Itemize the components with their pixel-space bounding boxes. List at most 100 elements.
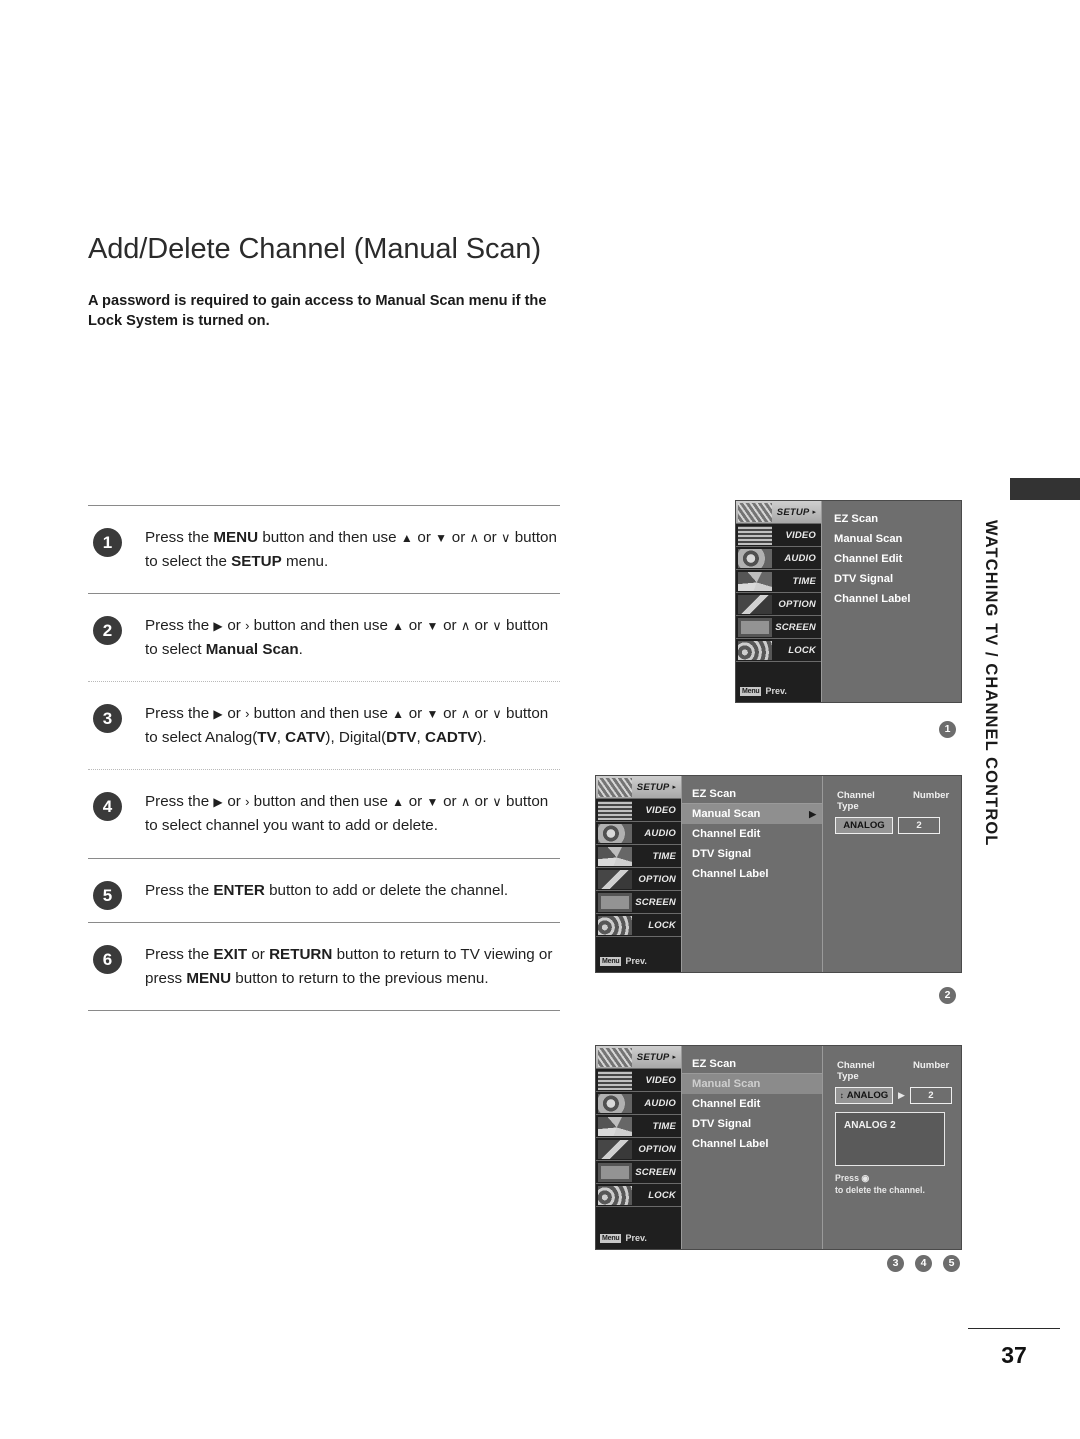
osd-hint-line1: Press ◉ <box>835 1173 870 1183</box>
osd-menu-item-channel-label[interactable]: Channel Label <box>682 1134 822 1154</box>
osd-prev-row[interactable]: Menu Prev. <box>596 950 681 972</box>
osd-sidebar-item-label: TIME <box>652 850 676 862</box>
osd-menu-item-dtv-signal[interactable]: DTV Signal <box>682 1114 822 1134</box>
osd-sidebar-thumbnail-icon <box>598 916 632 935</box>
osd-menu-item-label: Channel Edit <box>834 553 903 565</box>
osd-sidebar-item-label: OPTION <box>638 873 676 885</box>
osd-sidebar-item-time[interactable]: TIME <box>736 570 821 593</box>
osd-menu-item-ez-scan[interactable]: EZ Scan <box>834 509 974 529</box>
step-4: 4 Press the ▶ or › button and then use ▲ … <box>88 770 560 857</box>
osd-sidebar-thumbnail-icon <box>598 824 632 843</box>
osd-sidebar-item-time[interactable]: TIME <box>596 1115 681 1138</box>
channel-number-value[interactable]: 2 <box>909 1087 952 1104</box>
osd-menu-item-channel-label[interactable]: Channel Label <box>834 589 974 609</box>
step-number-badge: 4 <box>93 792 122 822</box>
osd-prev-row[interactable]: Menu Prev. <box>736 680 821 702</box>
osd-sidebar-thumbnail-icon <box>738 595 772 614</box>
osd-sidebar-item-screen[interactable]: SCREEN <box>736 616 821 639</box>
osd-menu-item-channel-edit[interactable]: Channel Edit <box>682 824 822 844</box>
osd-sidebar-item-option[interactable]: OPTION <box>596 1138 681 1161</box>
osd-menu-item-manual-scan[interactable]: Manual Scan ▶ <box>682 804 822 824</box>
side-tab-block <box>1010 478 1080 500</box>
osd-sidebar-item-audio[interactable]: AUDIO <box>596 822 681 845</box>
osd-prev-label: Prev. <box>625 956 647 966</box>
osd-sidebar-thumbnail-icon <box>738 503 772 522</box>
osd-prev-row[interactable]: Menu Prev. <box>596 1227 681 1249</box>
osd-menu-item-channel-edit[interactable]: Channel Edit <box>834 549 974 569</box>
osd-sidebar-item-label: LOCK <box>648 1189 676 1201</box>
osd-menu-item-dtv-signal[interactable]: DTV Signal <box>834 569 974 589</box>
step-text: Press the ▶ or › button and then use ▲ o… <box>145 705 549 746</box>
channel-number-value[interactable]: 2 <box>898 817 940 834</box>
osd-sidebar-item-setup[interactable]: SETUP ▸ <box>596 776 681 799</box>
step-3: 3 Press the ▶ or › button and then use ▲ … <box>88 682 560 769</box>
figure-badge-3: 3 <box>887 1255 904 1272</box>
osd-sidebar-thumbnail-icon <box>738 526 772 545</box>
osd-detail-panel: Channel Type Number ↕ ANALOG ▶ 2 ANALOG … <box>823 1046 962 1249</box>
osd-sidebar-item-option[interactable]: OPTION <box>596 868 681 891</box>
channel-type-label: Channel Type <box>837 1060 875 1082</box>
osd-sidebar-item-label: SETUP <box>776 506 810 518</box>
osd-sidebar-item-label: SETUP <box>636 781 670 793</box>
osd-menu-item-channel-label[interactable]: Channel Label <box>682 864 822 884</box>
chevron-right-icon: ▸ <box>672 784 676 791</box>
osd-sidebar-item-audio[interactable]: AUDIO <box>736 547 821 570</box>
step-6: 6 Press the EXIT or RETURN button to retu… <box>88 923 560 1010</box>
osd-menu-item-dtv-signal[interactable]: DTV Signal <box>682 844 822 864</box>
osd-sidebar-item-screen[interactable]: SCREEN <box>596 891 681 914</box>
osd-sidebar-item-lock[interactable]: LOCK <box>596 1184 681 1207</box>
osd-sidebar-item-video[interactable]: VIDEO <box>596 799 681 822</box>
step-number-badge: 6 <box>93 945 122 975</box>
footer-divider <box>968 1328 1060 1329</box>
osd-menu-item-label: DTV Signal <box>692 848 752 860</box>
osd-sidebar-thumbnail-icon <box>598 847 632 866</box>
osd-sidebar-item-audio[interactable]: AUDIO <box>596 1092 681 1115</box>
up-down-arrow-icon: ↕ <box>839 1090 844 1100</box>
osd-sidebar-item-lock[interactable]: LOCK <box>736 639 821 662</box>
figure-badge-2: 2 <box>939 987 956 1004</box>
osd-sidebar-item-setup[interactable]: SETUP ▸ <box>736 501 821 524</box>
step-number-badge: 3 <box>93 704 122 734</box>
osd-sidebar-thumbnail-icon <box>598 778 632 797</box>
osd-menu-item-label: EZ Scan <box>692 787 737 800</box>
osd-sidebar-item-setup[interactable]: SETUP ▸ <box>596 1046 681 1069</box>
osd-sidebar-item-screen[interactable]: SCREEN <box>596 1161 681 1184</box>
osd-sidebar-item-video[interactable]: VIDEO <box>596 1069 681 1092</box>
channel-type-value[interactable]: ANALOG <box>835 817 893 834</box>
osd-hint: Press ◉ to delete the channel. <box>835 1173 952 1197</box>
osd-sidebar-thumbnail-icon <box>598 1071 632 1090</box>
channel-type-selector[interactable]: ↕ ANALOG <box>835 1087 893 1104</box>
osd-sidebar-item-video[interactable]: VIDEO <box>736 524 821 547</box>
osd-menu-item-label: Manual Scan <box>692 808 761 820</box>
page-number: 37 <box>1001 1342 1027 1368</box>
page-title: Add/Delete Channel (Manual Scan) <box>88 233 542 265</box>
channel-type-value: ANALOG <box>846 1090 889 1101</box>
osd-sidebar-item-time[interactable]: TIME <box>596 845 681 868</box>
figure-badge-5: 5 <box>943 1255 960 1272</box>
osd-sidebar-thumbnail-icon <box>598 1117 632 1136</box>
step-number-badge: 1 <box>93 528 122 557</box>
osd-menu-item-label: Channel Edit <box>692 828 761 840</box>
osd-menu-item-manual-scan[interactable]: Manual Scan <box>834 529 974 549</box>
osd-sidebar-thumbnail-icon <box>738 618 772 637</box>
step-1: 1 Press the MENU button and then use ▲ or… <box>88 506 560 593</box>
osd-sidebar-item-label: AUDIO <box>644 827 676 839</box>
osd-sidebar-item-lock[interactable]: LOCK <box>596 914 681 937</box>
channel-type-label: Channel Type <box>837 790 875 812</box>
menu-key-icon: Menu <box>600 1233 622 1243</box>
osd-menu-item-label: EZ Scan <box>834 513 879 525</box>
osd-field-headers: Channel Type Number <box>835 1060 952 1082</box>
osd-sidebar-item-label: TIME <box>792 575 816 587</box>
osd-sidebar: SETUP ▸ VIDEO AUDIO TIME OPTION SCREEN LOCK Menu… <box>736 501 822 702</box>
step-text: Press the EXIT or RETURN button to retur… <box>145 946 553 987</box>
osd-sidebar-item-label: TIME <box>652 1120 676 1132</box>
osd-figure-step1: SETUP ▸ VIDEO AUDIO TIME OPTION SCREEN LOCK Menu… <box>735 500 962 703</box>
channel-result-box: ANALOG 2 <box>835 1112 945 1166</box>
osd-sidebar-item-option[interactable]: OPTION <box>736 593 821 616</box>
osd-menu-item-channel-edit[interactable]: Channel Edit <box>682 1094 822 1114</box>
osd-sidebar-thumbnail-icon <box>598 801 632 820</box>
side-tab-label: WATCHING TV / CHANNEL CONTROL <box>982 520 1000 847</box>
osd-menu-item-ez-scan[interactable]: EZ Scan <box>682 784 822 804</box>
osd-menu-item-manual-scan[interactable]: Manual Scan <box>682 1074 822 1094</box>
osd-menu-item-ez-scan[interactable]: EZ Scan <box>682 1054 822 1074</box>
